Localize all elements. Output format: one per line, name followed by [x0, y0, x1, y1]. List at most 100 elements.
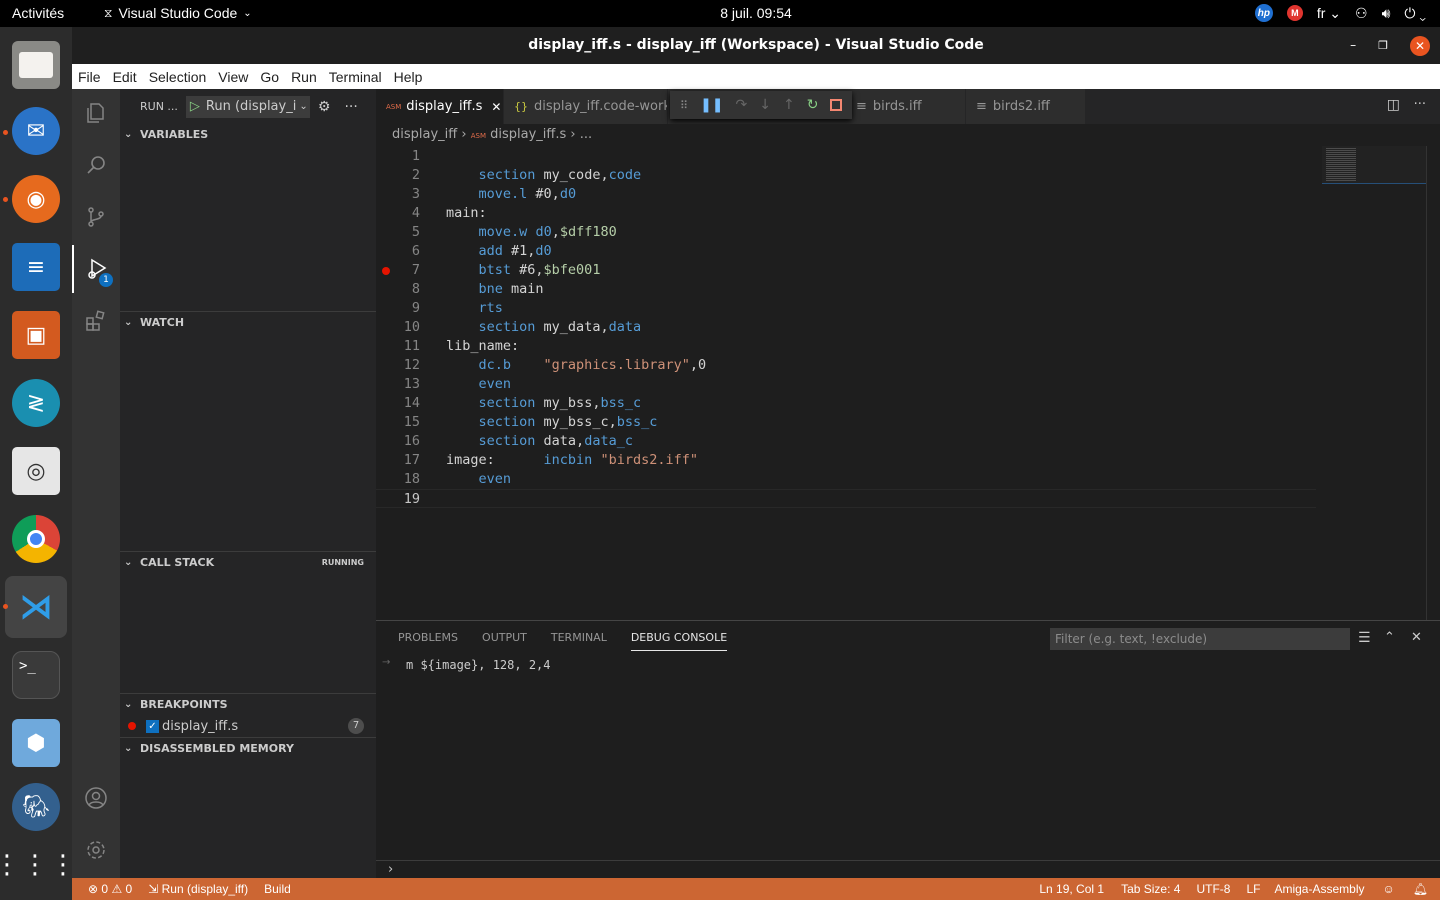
remote-desktop-icon[interactable]: ≷ [12, 379, 60, 427]
show-apps-icon[interactable]: ⋮⋮⋮ [0, 841, 76, 889]
tab-birds2-iff[interactable]: ≡ birds2.iff [966, 89, 1086, 124]
menu-selection[interactable]: Selection [149, 69, 207, 85]
breadcrumb-file[interactable]: display_iff.s [490, 127, 566, 142]
encoding[interactable]: UTF-8 [1196, 882, 1230, 896]
menu-help[interactable]: Help [394, 69, 423, 85]
tab-display-iff-code-workspace[interactable]: {} display_iff.code-works [504, 89, 668, 124]
stop-icon[interactable] [830, 99, 843, 111]
extensions-icon[interactable] [72, 297, 120, 345]
code-editor[interactable]: 12 section my_code,code 3 move.l #0,d0 4 ma… [376, 146, 1440, 620]
line-number[interactable]: 4 [376, 204, 420, 223]
editor-more-icon[interactable]: ··· [1414, 97, 1426, 112]
code-line[interactable]: 9 rts [376, 299, 1316, 318]
code-line[interactable]: 13 even [376, 375, 1316, 394]
chrome-icon[interactable] [12, 515, 60, 563]
code-line[interactable]: 17 image: incbin "birds2.iff" [376, 451, 1316, 470]
clear-console-icon[interactable]: ☰ [1358, 630, 1371, 646]
maximize-button[interactable]: ❐ [1378, 27, 1388, 64]
close-window-button[interactable]: ✕ [1410, 35, 1430, 56]
menu-run[interactable]: Run [291, 69, 317, 85]
line-number[interactable]: 11 [376, 337, 420, 356]
debug-console-filter-input[interactable]: Filter (e.g. text, !exclude) [1050, 628, 1350, 650]
code-line[interactable]: 16 section data,data_c [376, 432, 1316, 451]
run-debug-icon[interactable]: 1 [72, 245, 120, 293]
tab-output[interactable]: OUTPUT [482, 631, 527, 651]
network-icon[interactable]: ⚇ [1355, 5, 1368, 22]
document-viewer-icon[interactable]: ◎ [12, 447, 60, 495]
code-line[interactable]: 5 move.w d0,$dff180 [376, 223, 1316, 242]
breadcrumb-folder[interactable]: display_iff [392, 127, 457, 142]
line-number[interactable]: 16 [376, 432, 420, 451]
line-number[interactable]: 14 [376, 394, 420, 413]
code-line[interactable]: 12 dc.b "graphics.library",0 [376, 356, 1316, 375]
menu-file[interactable]: File [78, 69, 101, 85]
tab-display-iff-s[interactable]: ASM display_iff.s ✕ [376, 89, 504, 124]
breadcrumb-symbol[interactable]: ... [580, 127, 592, 142]
vscode-icon[interactable]: ⋊ [5, 576, 67, 638]
tab-problems[interactable]: PROBLEMS [398, 631, 458, 651]
writer-icon[interactable]: ≡ [12, 243, 60, 291]
power-icon[interactable]: ⏻ ⌄ [1404, 5, 1426, 22]
line-number[interactable]: 10 [376, 318, 420, 337]
watch-section[interactable]: ⌄ WATCH [120, 311, 376, 333]
cursor-position[interactable]: Ln 19, Col 1 [1039, 882, 1104, 896]
search-icon[interactable] [72, 141, 120, 189]
editor-scrollbar[interactable] [1426, 146, 1440, 620]
accounts-icon[interactable] [72, 774, 120, 822]
volume-icon[interactable]: 🔊︎ [1382, 5, 1391, 22]
run-config-select[interactable]: ▷ Run (display_i ⌄ [185, 95, 310, 118]
thunderbird-icon[interactable]: ✉ [12, 107, 60, 155]
code-line[interactable]: 6 add #1,d0 [376, 242, 1316, 261]
breakpoints-section[interactable]: ⌄ BREAKPOINTS [120, 693, 376, 715]
restart-icon[interactable]: ↻ [807, 97, 819, 113]
drag-handle-icon[interactable]: ⠿ [680, 99, 688, 112]
line-number[interactable]: 15 [376, 413, 420, 432]
line-number[interactable]: 12 [376, 356, 420, 375]
step-over-icon[interactable]: ↷ [736, 97, 748, 113]
menu-edit[interactable]: Edit [113, 69, 137, 85]
line-number[interactable]: 19 [376, 490, 420, 509]
line-number[interactable]: 6 [376, 242, 420, 261]
language-mode[interactable]: Amiga-Assembly [1274, 882, 1364, 896]
disassembled-memory-section[interactable]: ⌄ DISASSEMBLED MEMORY [120, 737, 376, 759]
tab-birds-iff[interactable]: ≡ birds.iff [846, 89, 966, 124]
run-status[interactable]: ⇲ Run (display_iff) [148, 882, 248, 896]
problems-status[interactable]: ⊗ 0 ⚠ 0 [88, 882, 132, 896]
console-input[interactable]: › [376, 860, 1440, 879]
start-debug-icon[interactable]: ▷ [190, 99, 200, 114]
line-number[interactable]: 3 [376, 185, 420, 204]
tab-terminal[interactable]: TERMINAL [551, 631, 607, 651]
line-number[interactable]: 9 [376, 299, 420, 318]
code-line[interactable]: 11 lib_name: [376, 337, 1316, 356]
line-number[interactable]: 5 [376, 223, 420, 242]
maximize-panel-icon[interactable]: ⌃ [1384, 630, 1395, 645]
line-number[interactable]: 2 [376, 166, 420, 185]
minimap[interactable] [1322, 146, 1426, 184]
feedback-icon[interactable]: ☺ [1383, 882, 1395, 896]
mail-notifier-icon[interactable]: M [1286, 5, 1303, 21]
close-panel-icon[interactable]: ✕ [1411, 630, 1422, 645]
step-into-icon[interactable]: ↓ [759, 97, 771, 113]
open-launch-json-gear-icon[interactable]: ⚙ [318, 99, 331, 115]
hp-icon[interactable]: hp [1254, 4, 1273, 22]
code-line[interactable]: 18 even [376, 470, 1316, 489]
line-number[interactable]: 1 [376, 147, 420, 166]
breakpoint-item[interactable]: ✓ display_iff.s 7 [120, 715, 376, 737]
line-number[interactable]: 18 [376, 470, 420, 489]
breakpoint-marker[interactable] [382, 267, 390, 275]
code-line[interactable]: 15 section my_bss_c,bss_c [376, 413, 1316, 432]
code-line[interactable]: 3 move.l #0,d0 [376, 185, 1316, 204]
more-actions-icon[interactable]: ··· [344, 99, 357, 115]
menu-view[interactable]: View [218, 69, 248, 85]
code-line[interactable]: 7 btst #6,$bfe001 [376, 261, 1316, 280]
language-indicator[interactable]: fr ⌄ [1317, 5, 1341, 22]
call-stack-section[interactable]: ⌄ CALL STACK RUNNING [120, 551, 376, 573]
build-status[interactable]: Build [264, 882, 291, 896]
eol[interactable]: LF [1246, 882, 1260, 896]
source-control-icon[interactable] [72, 193, 120, 241]
clock[interactable]: 8 juil. 09:54 [0, 5, 1440, 21]
firefox-icon[interactable]: ◉ [12, 175, 60, 223]
code-line[interactable]: 8 bne main [376, 280, 1316, 299]
tab-size[interactable]: Tab Size: 4 [1121, 882, 1180, 896]
variables-section[interactable]: ⌄ VARIABLES [120, 124, 376, 146]
